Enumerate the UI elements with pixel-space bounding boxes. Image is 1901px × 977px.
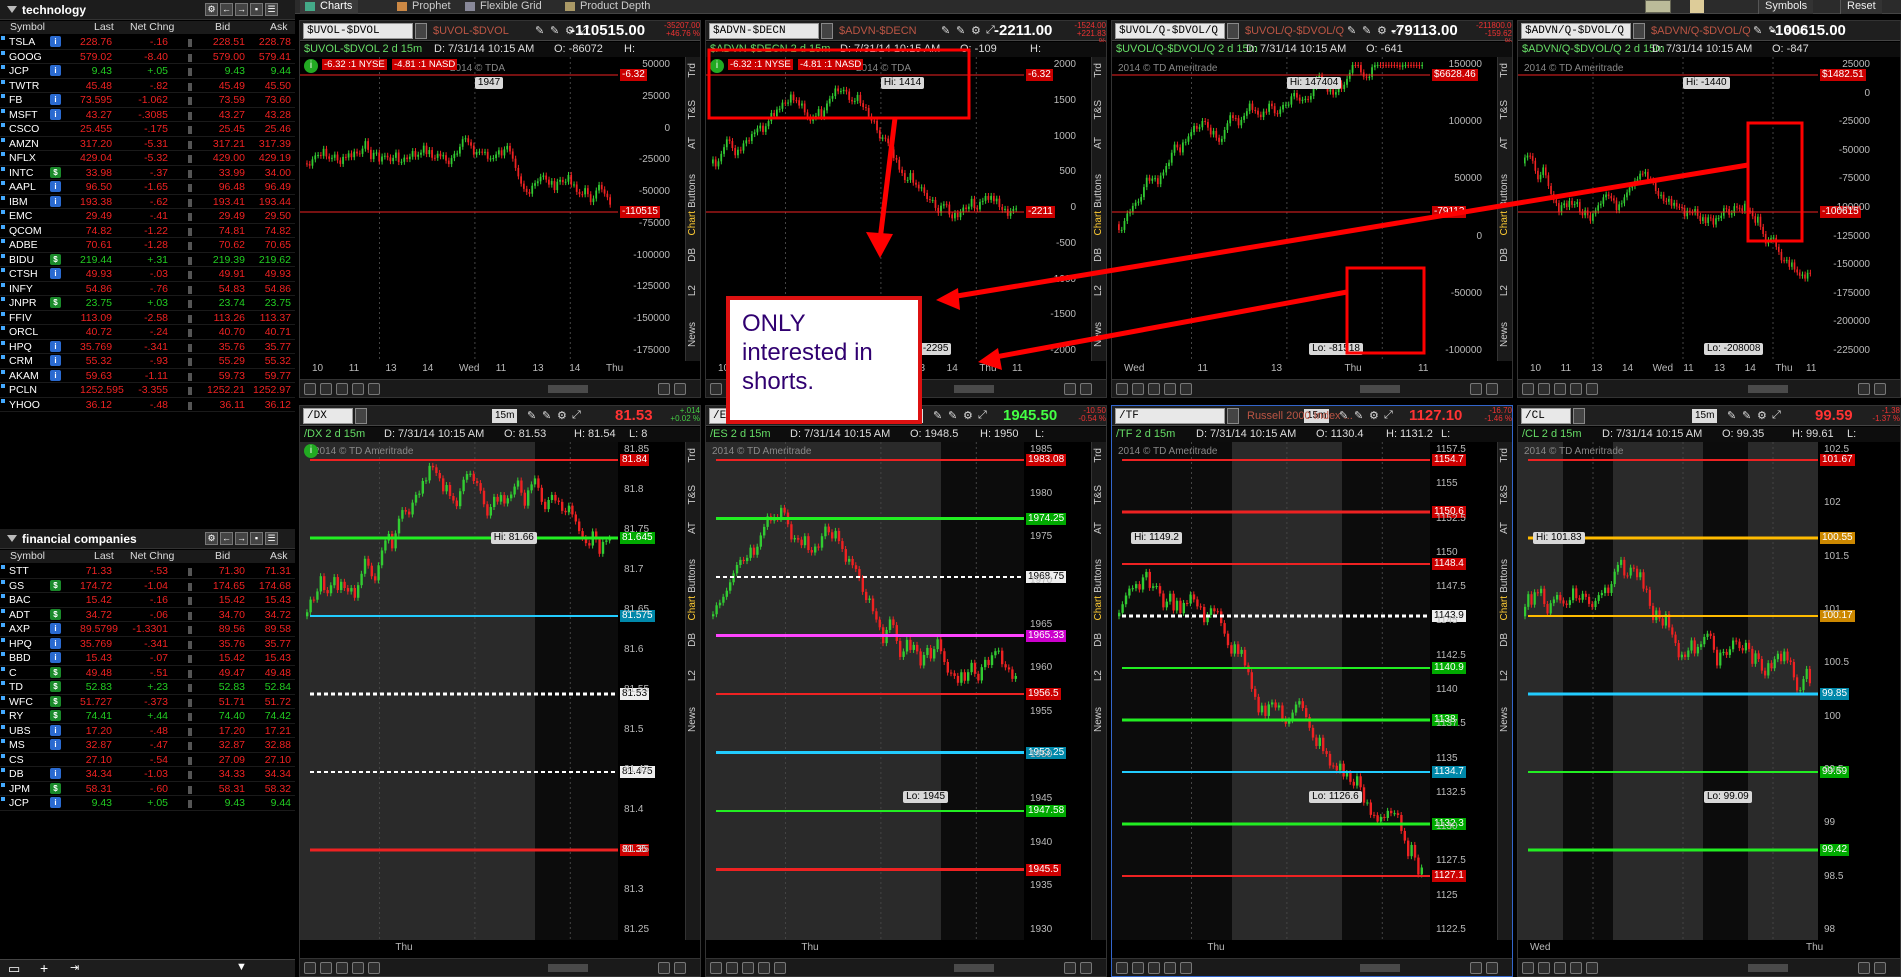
annotation-box-advn [707,48,971,120]
annotation-box-uvolq [1345,266,1426,355]
annotation-arrowhead-3 [978,348,1002,370]
annotation-arrowhead-1 [866,232,893,258]
annotation-arrows [707,48,1804,370]
annotation-arrowhead-2 [936,288,960,310]
annotation-box-advnq [1746,121,1804,243]
annotation-arrow-1 [877,117,898,241]
annotation-arrow-3 [989,289,1348,361]
